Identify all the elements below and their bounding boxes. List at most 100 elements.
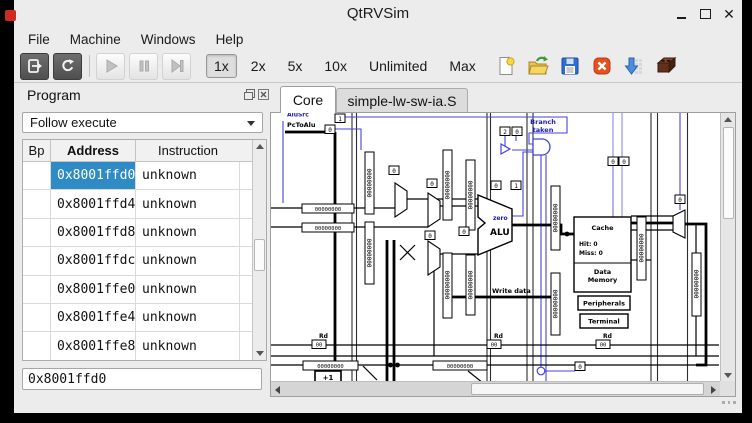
scrollbar-thumb[interactable] xyxy=(722,127,734,219)
svg-text:00000000: 00000000 xyxy=(466,271,473,300)
speed-max-button[interactable]: Max xyxy=(441,54,483,78)
menu-windows[interactable]: Windows xyxy=(131,30,206,49)
svg-text:00000000: 00000000 xyxy=(315,207,342,213)
svg-text:0: 0 xyxy=(428,233,432,240)
dock-close-button[interactable] xyxy=(257,88,270,101)
pause-button[interactable] xyxy=(129,52,158,80)
save-icon xyxy=(561,57,579,75)
reset-icon xyxy=(61,59,74,72)
maximize-button[interactable] xyxy=(697,6,713,22)
titlebar[interactable]: QtRVSim ✕ xyxy=(14,0,742,28)
svg-text:taken: taken xyxy=(533,126,554,134)
show-cache-button[interactable] xyxy=(652,52,681,80)
reset-machine-button[interactable] xyxy=(53,52,82,80)
svg-text:0: 0 xyxy=(678,197,682,204)
reload-machine-button[interactable] xyxy=(20,52,49,80)
svg-text:00000000: 00000000 xyxy=(443,171,450,200)
svg-text:0: 0 xyxy=(494,183,498,190)
menu-help[interactable]: Help xyxy=(206,30,254,49)
float-icon xyxy=(244,89,255,100)
tab-core[interactable]: Core xyxy=(280,86,336,113)
step-icon xyxy=(171,59,183,73)
core-diagram[interactable]: 00000000 00000000 00000000 00000000 0000… xyxy=(271,113,719,383)
col-address[interactable]: Address xyxy=(51,140,136,161)
scrollbar-corner xyxy=(720,381,735,396)
col-instruction[interactable]: Instruction xyxy=(136,140,240,161)
table-row[interactable]: 0x8001ffd8 unknown xyxy=(23,218,266,248)
speed-10x-button[interactable]: 10x xyxy=(316,54,355,78)
and-gate-icon xyxy=(532,138,551,156)
alusrc-label: AluSrc xyxy=(287,113,309,119)
window-title: QtRVSim xyxy=(346,5,410,22)
svg-text:00000000: 00000000 xyxy=(443,271,450,300)
scroll-down-icon[interactable] xyxy=(724,373,732,378)
svg-text:0: 0 xyxy=(622,159,626,166)
open-source-button[interactable] xyxy=(524,52,553,80)
scroll-up-icon[interactable] xyxy=(256,144,264,149)
go-to-address-input[interactable] xyxy=(22,368,262,390)
window-resize-grip[interactable] xyxy=(722,401,736,404)
close-source-button[interactable] xyxy=(588,52,617,80)
pause-icon xyxy=(139,60,149,72)
program-table[interactable]: Bp Address Instruction 0x8001ffd0 unknow… xyxy=(22,139,267,361)
svg-text:2: 2 xyxy=(503,129,507,136)
col-bp[interactable]: Bp xyxy=(23,140,51,161)
speed-2x-button[interactable]: 2x xyxy=(243,54,274,78)
alu-zero-flag: zero xyxy=(493,215,508,222)
new-source-button[interactable] xyxy=(492,52,521,80)
scroll-right-icon[interactable] xyxy=(711,386,716,394)
svg-text:0: 0 xyxy=(578,364,582,371)
wire-connector-ring xyxy=(536,366,546,376)
program-table-scrollbar[interactable] xyxy=(252,140,266,360)
speed-unlimited-button[interactable]: Unlimited xyxy=(361,54,435,78)
speed-1x-button[interactable]: 1x xyxy=(206,54,237,78)
core-panel: 00000000 00000000 00000000 00000000 0000… xyxy=(270,112,736,397)
memory-download-icon xyxy=(624,57,643,75)
tab-source-file[interactable]: simple-lw-sw-ia.S xyxy=(336,88,468,113)
step-button[interactable] xyxy=(162,52,191,80)
scrollbar-thumb[interactable] xyxy=(471,383,704,395)
svg-text:00000000: 00000000 xyxy=(365,169,372,198)
core-horizontal-scrollbar[interactable] xyxy=(271,381,720,396)
menu-machine[interactable]: Machine xyxy=(60,30,131,49)
qtrvsim-window: QtRVSim ✕ File Machine Windows Help 1x 2… xyxy=(14,0,742,413)
cache-hit: Hit: 0 xyxy=(579,241,598,248)
svg-text:00000000: 00000000 xyxy=(551,204,558,233)
table-header[interactable]: Bp Address Instruction xyxy=(23,140,266,162)
run-button[interactable] xyxy=(96,52,125,80)
table-row[interactable]: 0x8001ffd4 unknown xyxy=(23,190,266,219)
cache-title: Cache xyxy=(591,224,614,232)
table-row[interactable]: 0x8001ffdc unknown xyxy=(23,247,266,276)
close-button[interactable]: ✕ xyxy=(721,6,737,22)
menu-file[interactable]: File xyxy=(18,30,60,49)
toolbar-separator xyxy=(89,55,90,77)
scroll-up-icon[interactable] xyxy=(724,117,732,122)
app-icon xyxy=(5,10,16,21)
svg-text:00000000: 00000000 xyxy=(637,234,644,263)
show-memory-button[interactable] xyxy=(620,52,649,80)
cell-address-selected[interactable]: 0x8001ffd0 xyxy=(51,162,136,190)
save-source-button[interactable] xyxy=(556,52,585,80)
svg-text:Memory: Memory xyxy=(588,276,618,284)
dock-float-button[interactable] xyxy=(243,88,256,101)
svg-text:00: 00 xyxy=(491,343,498,349)
follow-mode-select[interactable]: Follow execute xyxy=(22,112,263,133)
program-dock-title: Program xyxy=(27,87,81,103)
pctoalu-label: PcToAlu xyxy=(287,121,316,129)
data-memory-label: Data xyxy=(594,268,611,276)
cache-miss: Miss: 0 xyxy=(579,250,603,257)
scroll-left-icon[interactable] xyxy=(275,386,280,394)
svg-text:0: 0 xyxy=(392,168,396,175)
minimize-button[interactable] xyxy=(673,6,689,22)
scroll-down-icon[interactable] xyxy=(256,351,264,356)
speed-5x-button[interactable]: 5x xyxy=(280,54,311,78)
scrollbar-thumb[interactable] xyxy=(254,239,265,271)
svg-text:0: 0 xyxy=(430,181,434,188)
table-row[interactable]: 0x8001ffd0 unknown xyxy=(23,162,266,191)
table-row[interactable]: 0x8001ffe0 unknown xyxy=(23,275,266,304)
table-row[interactable]: 0x8001ffe8 unknown xyxy=(23,332,266,360)
core-vertical-scrollbar[interactable] xyxy=(720,113,735,382)
table-row[interactable]: 0x8001ffe4 unknown xyxy=(23,303,266,333)
svg-text:Rd: Rd xyxy=(319,333,328,340)
svg-text:00: 00 xyxy=(600,343,607,349)
